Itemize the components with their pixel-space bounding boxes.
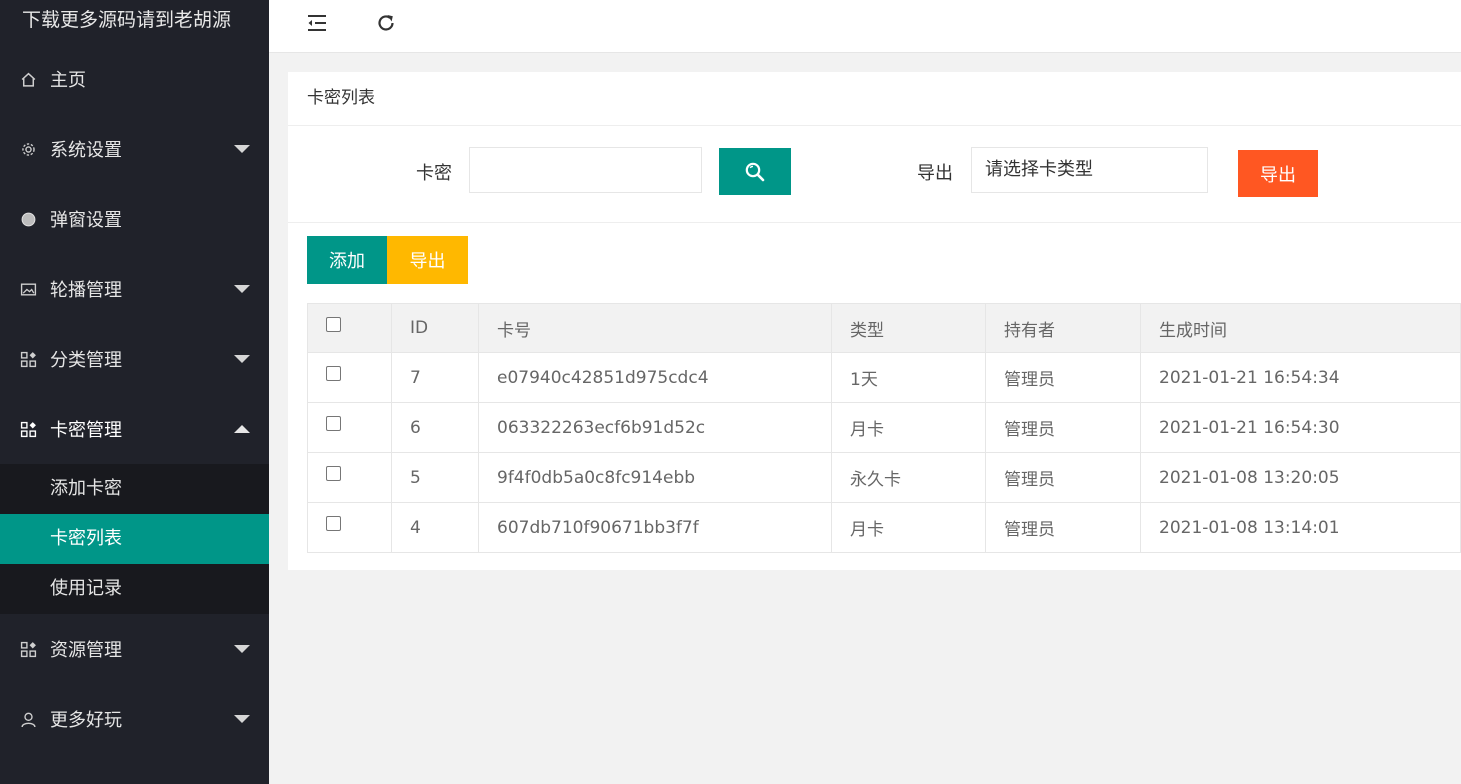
cell-created: 2021-01-21 16:54:34 bbox=[1140, 352, 1461, 403]
cell-id: 7 bbox=[391, 352, 479, 403]
table-row: 7 e07940c42851d975cdc4 1天 管理员 2021-01-21… bbox=[307, 352, 1461, 403]
top-header bbox=[269, 0, 1461, 53]
cell-card-no: 607db710f90671bb3f7f bbox=[478, 502, 832, 553]
sidebar-item-carousel[interactable]: 轮播管理 bbox=[0, 254, 269, 324]
search-button[interactable] bbox=[719, 148, 791, 195]
app-logo: 下载更多源码请到老胡源 bbox=[22, 9, 232, 31]
cell-id: 5 bbox=[391, 452, 479, 503]
sidebar-item-resources[interactable]: 资源管理 bbox=[0, 614, 269, 684]
cell-card-no: e07940c42851d975cdc4 bbox=[478, 352, 832, 403]
cell-card-no: 9f4f0db5a0c8fc914ebb bbox=[478, 452, 832, 503]
column-header-owner[interactable]: 持有者 bbox=[985, 303, 1141, 353]
toolbar-export-button[interactable]: 导出 bbox=[387, 236, 468, 284]
sidebar-nav-lower: 资源管理 更多好玩 bbox=[0, 614, 269, 754]
select-all-checkbox[interactable] bbox=[326, 316, 341, 332]
card-list-panel: 卡密列表 卡密 导出 请选择卡类型 导出 添加 导出 ID 卡号 类型 持有者 … bbox=[288, 72, 1461, 570]
sidebar-item-popup-settings[interactable]: 弹窗设置 bbox=[0, 184, 269, 254]
user-icon bbox=[18, 709, 38, 729]
sidebar-item-category[interactable]: 分类管理 bbox=[0, 324, 269, 394]
apps-icon bbox=[18, 349, 38, 369]
column-header-id[interactable]: ID bbox=[391, 303, 479, 353]
cell-type: 月卡 bbox=[831, 402, 986, 453]
table-row: 5 9f4f0db5a0c8fc914ebb 永久卡 管理员 2021-01-0… bbox=[307, 452, 1461, 503]
search-icon bbox=[745, 162, 765, 181]
cell-owner: 管理员 bbox=[985, 502, 1141, 553]
refresh-icon[interactable] bbox=[371, 8, 401, 38]
chevron-down-icon bbox=[234, 355, 250, 363]
sidebar-item-label: 主页 bbox=[50, 70, 86, 91]
cell-card-no: 063322263ecf6b91d52c bbox=[478, 402, 832, 453]
cell-id: 6 bbox=[391, 402, 479, 453]
cell-created: 2021-01-21 16:54:30 bbox=[1140, 402, 1461, 453]
select-all-cell bbox=[307, 303, 392, 353]
column-header-created[interactable]: 生成时间 bbox=[1140, 303, 1461, 353]
export-button[interactable]: 导出 bbox=[1238, 150, 1318, 197]
column-header-card-no[interactable]: 卡号 bbox=[478, 303, 832, 353]
export-label: 导出 bbox=[917, 163, 953, 184]
sidebar-nav: 主页 系统设置 弹窗设置 轮播管理 分类管理 卡密管理 bbox=[0, 44, 269, 464]
chevron-down-icon bbox=[234, 145, 250, 153]
cell-owner: 管理员 bbox=[985, 452, 1141, 503]
circle-icon bbox=[18, 209, 38, 229]
card-search-label: 卡密 bbox=[416, 163, 452, 184]
row-checkbox[interactable] bbox=[326, 516, 341, 531]
row-select-cell bbox=[307, 502, 392, 553]
sidebar-item-label: 系统设置 bbox=[50, 140, 122, 161]
cell-type: 1天 bbox=[831, 352, 986, 403]
chevron-down-icon bbox=[234, 715, 250, 723]
sidebar-item-card-management[interactable]: 卡密管理 bbox=[0, 394, 269, 464]
card-table: ID 卡号 类型 持有者 生成时间 7 e07940c42851d975cdc4… bbox=[307, 303, 1461, 553]
add-button[interactable]: 添加 bbox=[307, 236, 387, 284]
sidebar-item-label: 资源管理 bbox=[50, 640, 122, 661]
cell-type: 月卡 bbox=[831, 502, 986, 553]
indent-icon[interactable] bbox=[302, 8, 332, 38]
sidebar-item-system-settings[interactable]: 系统设置 bbox=[0, 114, 269, 184]
row-checkbox[interactable] bbox=[326, 416, 341, 431]
home-icon bbox=[18, 69, 38, 89]
cell-owner: 管理员 bbox=[985, 402, 1141, 453]
gear-icon bbox=[18, 139, 38, 159]
cell-created: 2021-01-08 13:14:01 bbox=[1140, 502, 1461, 553]
row-select-cell bbox=[307, 402, 392, 453]
image-icon bbox=[18, 279, 38, 299]
cell-owner: 管理员 bbox=[985, 352, 1141, 403]
cell-type: 永久卡 bbox=[831, 452, 986, 503]
sidebar-item-more-fun[interactable]: 更多好玩 bbox=[0, 684, 269, 754]
sidebar: 下载更多源码请到老胡源 主页 系统设置 弹窗设置 轮播管理 分类管理 卡密管理 … bbox=[0, 0, 269, 784]
row-checkbox[interactable] bbox=[326, 366, 341, 381]
card-management-submenu: 添加卡密 卡密列表 使用记录 bbox=[0, 464, 269, 614]
sidebar-item-label: 轮播管理 bbox=[50, 280, 122, 301]
sidebar-item-label: 卡密管理 bbox=[50, 420, 122, 441]
card-search-input[interactable] bbox=[469, 147, 702, 193]
apps-icon bbox=[18, 419, 38, 439]
chevron-down-icon bbox=[234, 645, 250, 653]
sidebar-item-home[interactable]: 主页 bbox=[0, 44, 269, 114]
chevron-down-icon bbox=[234, 285, 250, 293]
cell-created: 2021-01-08 13:20:05 bbox=[1140, 452, 1461, 503]
search-form: 卡密 导出 请选择卡类型 导出 bbox=[288, 126, 1461, 223]
submenu-item-card-list[interactable]: 卡密列表 bbox=[0, 514, 269, 564]
chevron-up-icon bbox=[234, 425, 250, 433]
submenu-item-usage-log[interactable]: 使用记录 bbox=[0, 564, 269, 614]
row-checkbox[interactable] bbox=[326, 466, 341, 481]
table-row: 4 607db710f90671bb3f7f 月卡 管理员 2021-01-08… bbox=[307, 502, 1461, 553]
sidebar-item-label: 分类管理 bbox=[50, 350, 122, 371]
card-type-select[interactable]: 请选择卡类型 bbox=[971, 147, 1208, 193]
submenu-item-add-card[interactable]: 添加卡密 bbox=[0, 464, 269, 514]
table-row: 6 063322263ecf6b91d52c 月卡 管理员 2021-01-21… bbox=[307, 402, 1461, 453]
sidebar-item-label: 弹窗设置 bbox=[50, 210, 122, 231]
page-title: 卡密列表 bbox=[288, 72, 1461, 126]
cell-id: 4 bbox=[391, 502, 479, 553]
sidebar-item-label: 更多好玩 bbox=[50, 710, 122, 731]
row-select-cell bbox=[307, 452, 392, 503]
table-header-row: ID 卡号 类型 持有者 生成时间 bbox=[307, 303, 1461, 353]
column-header-type[interactable]: 类型 bbox=[831, 303, 986, 353]
apps-icon bbox=[18, 639, 38, 659]
row-select-cell bbox=[307, 352, 392, 403]
